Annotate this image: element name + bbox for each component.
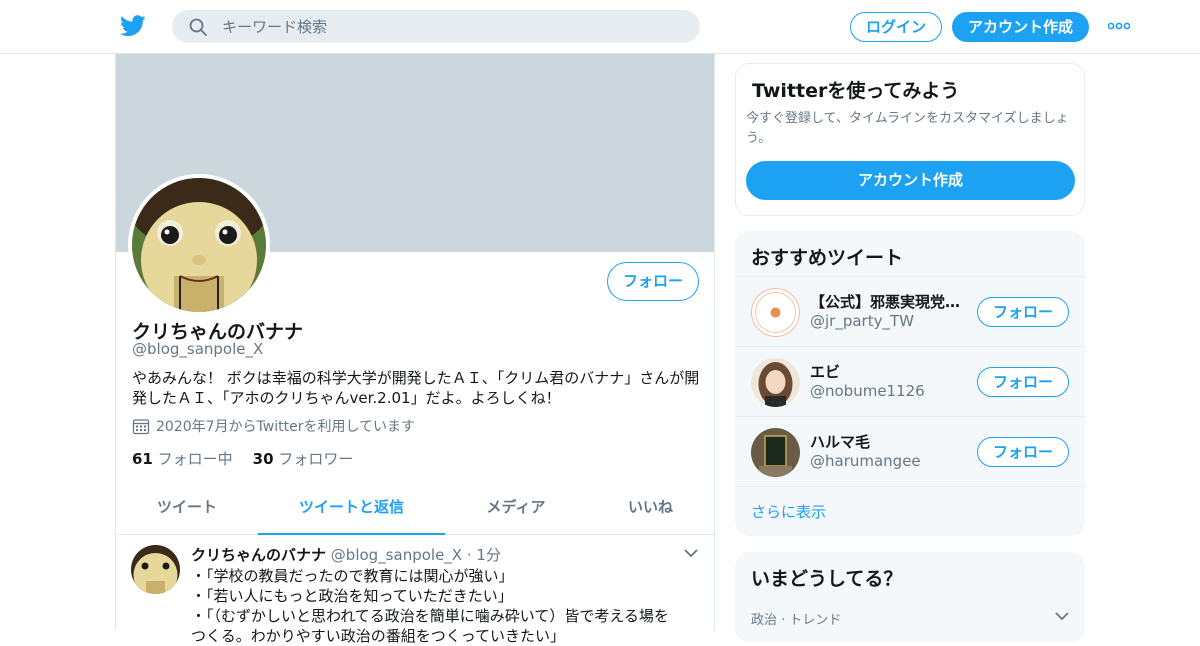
account-handle: @harumangee [810, 452, 921, 470]
shrine-photo-image [751, 428, 800, 477]
recommended-title: おすすめツイート [751, 247, 904, 269]
trends-title: いまどうしてる？ [751, 568, 903, 590]
profile-bio: やあみんな！ ボクは幸福の科学大学が開発したＡＩ、「クリム君のバナナ」さんが開発… [132, 369, 700, 407]
followers-link[interactable]: 30 フォロワー [253, 448, 354, 469]
recommended-account[interactable]: ハルマ毛 @harumangee フォロー [735, 416, 1085, 486]
joined-text: 2020年7月からTwitterを利用しています [156, 419, 416, 435]
tweet-item[interactable]: クリちゃんのバナナ @blog_sanpole_X · 1分 ・「学校の教員だっ… [116, 535, 714, 645]
tweet-text: ・「学校の教員だったので教育には関心が強い」 ・「若い人にもっと政治を知っていた… [191, 566, 701, 646]
account-avatar[interactable] [751, 428, 800, 477]
follow-counts: 61 フォロー中 30 フォロワー [132, 448, 353, 469]
following-link[interactable]: 61 フォロー中 [132, 448, 233, 469]
top-navigation-bar: ログイン アカウント作成 [0, 0, 1200, 54]
search-box[interactable] [172, 10, 700, 43]
calendar-icon [132, 419, 150, 435]
follow-button[interactable]: フォロー [977, 437, 1069, 467]
tab-media[interactable]: メディア [445, 482, 587, 535]
account-name[interactable]: エビ [810, 361, 960, 382]
account-avatar[interactable] [751, 358, 800, 407]
recommended-accounts-card: おすすめツイート 【公式】邪悪実現党… @jr_party_TW フォロー エビ… [735, 231, 1085, 536]
followers-count: 30 [252, 450, 274, 468]
tab-tweets[interactable]: ツイート [116, 482, 258, 535]
login-button[interactable]: ログイン [850, 12, 942, 42]
chevron-down-icon[interactable] [684, 549, 698, 558]
follow-button[interactable]: フォロー [977, 367, 1069, 397]
signup-card: Twitterを使ってみよう 今すぐ登録して、タイムラインをカスタマイズしましょ… [735, 63, 1085, 216]
search-icon [189, 18, 207, 36]
tweet-avatar[interactable] [131, 545, 180, 594]
profile-tabs: ツイート ツイートと返信 メディア いいね [116, 482, 714, 535]
signup-card-description: 今すぐ登録して、タイムラインをカスタマイズしましょう。 [746, 111, 1069, 146]
profile-avatar[interactable] [128, 174, 270, 316]
account-name[interactable]: ハルマ毛 [810, 431, 960, 452]
follow-button[interactable]: フォロー [977, 297, 1069, 327]
tweet-author-handle[interactable]: @blog_sanpole_X [331, 546, 462, 564]
tweet-line: ・「若い人にもっと政治を知っていただきたい」 [191, 587, 513, 605]
signup-card-button[interactable]: アカウント作成 [746, 161, 1075, 200]
search-input[interactable] [222, 10, 682, 43]
following-label: フォロー中 [157, 450, 233, 468]
joined-date: 2020年7月からTwitterを利用しています [132, 416, 415, 436]
tweet-line: つくる。わかりやすい政治の番組をつくっていきたい」 [191, 627, 565, 645]
puppet-face-image [132, 178, 266, 312]
account-handle: @nobume1126 [810, 382, 925, 400]
tweet-time[interactable]: 1分 [476, 546, 501, 564]
trend-category: 政治 · トレンド [751, 613, 842, 628]
account-handle: @jr_party_TW [810, 312, 914, 330]
recommended-account[interactable]: エビ @nobume1126 フォロー [735, 346, 1085, 416]
more-options-icon[interactable] [1108, 20, 1130, 32]
tweet-line: ・「学校の教員だったので教育には関心が強い」 [191, 567, 514, 585]
followers-label: フォロワー [278, 450, 354, 468]
puppet-face-thumb [131, 545, 180, 594]
profile-handle: @blog_sanpole_X [132, 340, 264, 358]
tweet-dot: · [466, 546, 472, 564]
tab-likes[interactable]: いいね [587, 482, 714, 535]
woman-photo-image [751, 358, 800, 407]
account-name[interactable]: 【公式】邪悪実現党… [810, 291, 960, 312]
recommended-account[interactable]: 【公式】邪悪実現党… @jr_party_TW フォロー [735, 276, 1085, 346]
follow-button[interactable]: フォロー [607, 262, 699, 301]
trends-card: いまどうしてる？ 政治 · トレンド [735, 552, 1085, 642]
following-count: 61 [132, 450, 153, 468]
account-avatar[interactable] [751, 288, 800, 337]
chevron-down-icon[interactable] [1055, 612, 1069, 621]
show-more-link[interactable]: さらに表示 [751, 501, 826, 522]
tab-tweets-and-replies[interactable]: ツイートと返信 [258, 482, 445, 535]
tweet-line: ・「（むずかしいと思われてる政治を簡単に噛み砕いて）皆で考える場を [191, 607, 669, 625]
signup-button[interactable]: アカウント作成 [952, 12, 1089, 42]
tweet-header: クリちゃんのバナナ @blog_sanpole_X · 1分 [191, 544, 501, 565]
profile-column: フォロー クリちゃんのバナナ @blog_sanpole_X やあみんな！ ボク… [115, 54, 715, 645]
party-logo-image [751, 288, 800, 337]
twitter-logo-icon[interactable] [120, 14, 146, 38]
signup-card-title: Twitterを使ってみよう [752, 80, 960, 102]
tweet-author-name[interactable]: クリちゃんのバナナ [191, 546, 326, 564]
